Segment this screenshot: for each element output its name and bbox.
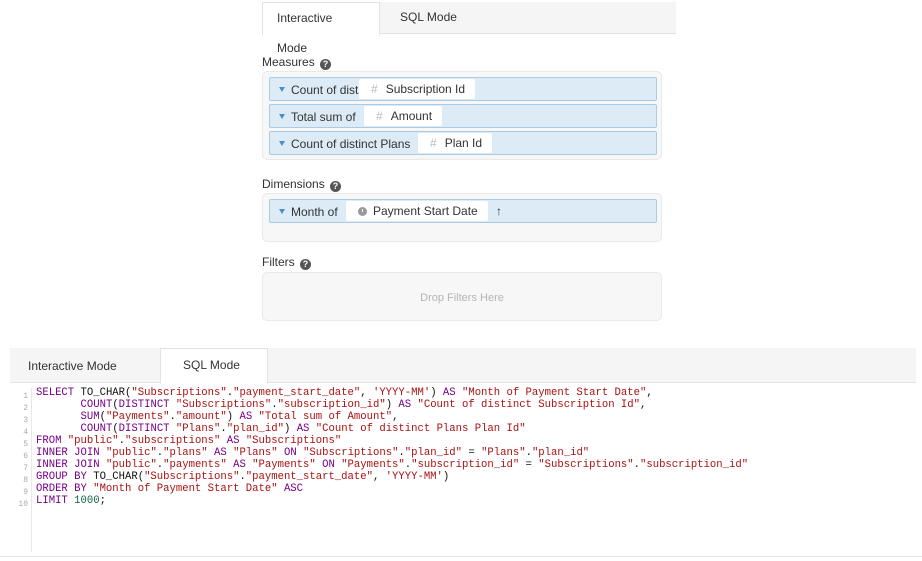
sql-code-line: COUNT(DISTINCT "Subscriptions"."subscrip…: [80, 399, 647, 411]
measure-pill[interactable]: Total sum of # Amount: [269, 104, 657, 128]
dimension-pill[interactable]: Month of Payment Start Date ↑: [269, 199, 657, 223]
caret-down-icon[interactable]: [279, 141, 285, 146]
measures-heading: Measures ?: [262, 55, 332, 70]
line-number: 4: [23, 428, 28, 437]
filters-drop-zone[interactable]: Drop Filters Here: [262, 272, 662, 321]
bottom-divider: [0, 556, 922, 557]
sql-code-line: FROM "public"."subscriptions" AS "Subscr…: [36, 435, 342, 447]
help-icon[interactable]: ?: [330, 181, 342, 192]
caret-down-icon[interactable]: [279, 87, 285, 92]
measure-pill[interactable]: Count of distinct Plans # Plan Id: [269, 131, 657, 155]
sql-code-line: COUNT(DISTINCT "Plans"."plan_id") AS "Co…: [80, 423, 526, 435]
hash-icon: #: [376, 109, 383, 123]
dimensions-label: Dimensions: [262, 177, 325, 191]
tab-sql-mode[interactable]: SQL Mode: [160, 348, 268, 384]
measures-box: Count of distinct # Subscription Id Total…: [262, 71, 662, 160]
sql-editor[interactable]: 1 2 3 4 5 6 7 8 9 10 SELECT TO_CHAR("Sub…: [10, 384, 916, 552]
line-number-gutter: 1 2 3 4 5 6 7 8 9 10: [10, 388, 32, 552]
clock-icon: [358, 207, 367, 216]
measure-field[interactable]: # Plan Id: [418, 133, 493, 153]
sql-code-line: INNER JOIN "public"."payments" AS "Payme…: [36, 459, 749, 471]
measure-field-label: Subscription Id: [385, 82, 466, 96]
dimension-field[interactable]: Payment Start Date: [346, 201, 488, 221]
sql-code-line: ORDER BY "Month of Payment Start Date" A…: [36, 483, 304, 495]
tab-sql-mode[interactable]: SQL Mode: [386, 2, 471, 36]
caret-down-icon[interactable]: [279, 209, 285, 214]
sql-code-line: SELECT TO_CHAR("Subscriptions"."payment_…: [36, 387, 653, 399]
filters-label: Filters: [262, 255, 295, 269]
line-number: 9: [23, 488, 28, 497]
measure-field-label: Amount: [390, 109, 433, 123]
measures-label: Measures: [262, 55, 315, 69]
builder-tabs: Interactive Mode SQL Mode: [262, 2, 676, 55]
measure-field-label: Plan Id: [444, 136, 483, 150]
measure-field[interactable]: # Amount: [364, 106, 443, 126]
dimensions-heading: Dimensions ?: [262, 177, 342, 192]
help-icon[interactable]: ?: [320, 59, 332, 70]
sql-code-line: INNER JOIN "public"."plans" AS "Plans" O…: [36, 447, 590, 459]
line-number: 3: [23, 416, 28, 425]
sql-code-line: SUM("Payments"."amount") AS "Total sum o…: [80, 411, 399, 423]
sql-code-line: LIMIT 1000;: [36, 495, 106, 507]
line-number: 8: [23, 476, 28, 485]
measure-pill[interactable]: Count of distinct # Subscription Id: [269, 77, 657, 101]
dimension-field-label: Payment Start Date: [373, 204, 478, 218]
filters-drop-hint: Drop Filters Here: [420, 292, 504, 304]
line-number: 7: [23, 464, 28, 473]
sql-code-line: GROUP BY TO_CHAR("Subscriptions"."paymen…: [36, 471, 450, 483]
hash-icon: #: [371, 82, 378, 96]
line-number: 1: [23, 392, 28, 401]
tab-interactive-mode[interactable]: Interactive Mode: [262, 2, 380, 55]
dimensions-box: Month of Payment Start Date ↑: [262, 193, 662, 242]
hash-icon: #: [430, 136, 437, 150]
line-number: 5: [23, 440, 28, 449]
dimension-aggregation: Month of: [291, 205, 338, 219]
line-number: 6: [23, 452, 28, 461]
measure-aggregation: Count of distinct Plans: [291, 137, 411, 151]
sort-ascending-icon[interactable]: ↑: [496, 204, 502, 218]
line-number: 10: [18, 500, 28, 509]
sql-tabs: Interactive Mode SQL Mode: [10, 348, 916, 384]
measure-aggregation: Total sum of: [291, 110, 356, 124]
line-number: 2: [23, 404, 28, 413]
caret-down-icon[interactable]: [279, 114, 285, 119]
measure-field[interactable]: # Subscription Id: [359, 79, 476, 99]
help-icon[interactable]: ?: [300, 259, 312, 270]
filters-heading: Filters ?: [262, 255, 312, 270]
tab-interactive-mode[interactable]: Interactive Mode: [10, 348, 150, 384]
